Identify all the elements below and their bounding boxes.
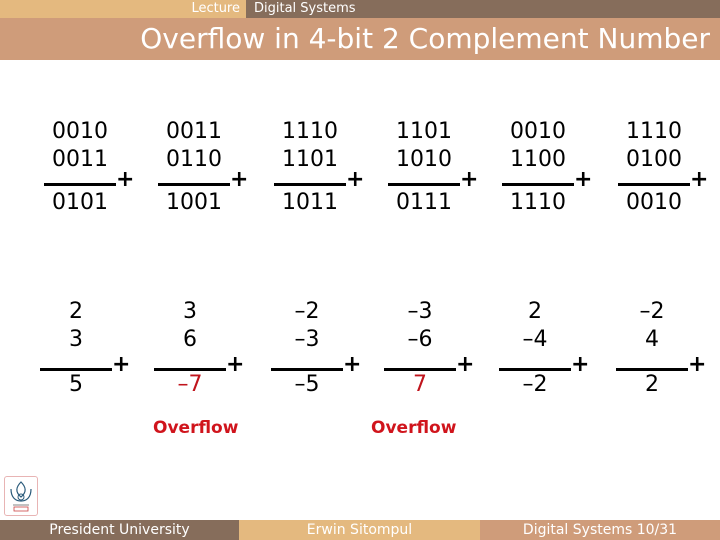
operand-a: 3 — [183, 299, 197, 324]
operand-b: –3 — [294, 327, 320, 352]
plus-sign: + — [116, 167, 135, 192]
plus-sign: + — [226, 352, 245, 377]
plus-sign: + — [571, 352, 590, 377]
sum-line — [388, 183, 460, 186]
overflow-label-2: Overflow — [371, 418, 457, 438]
plus-sign: + — [574, 167, 593, 192]
sum-result: 0010 — [626, 190, 682, 215]
operand-a: 0011 — [166, 119, 222, 144]
operand-b: 1100 — [510, 147, 566, 172]
header-lecture-bar: Lecture — [0, 0, 246, 18]
footer-author: Erwin Sitompul — [239, 520, 480, 540]
sum-result-overflow: 7 — [413, 372, 427, 397]
header-course-bar: Digital Systems — [246, 0, 720, 18]
overflow-label-1: Overflow — [153, 418, 239, 438]
operand-b: 0110 — [166, 147, 222, 172]
operand-b: 4 — [645, 327, 659, 352]
operand-a: 0010 — [510, 119, 566, 144]
operand-a: 1110 — [282, 119, 338, 144]
sum-line — [274, 183, 346, 186]
plus-sign: + — [343, 352, 362, 377]
header-course-label: Digital Systems — [254, 1, 356, 16]
sum-result: 1110 — [510, 190, 566, 215]
plus-sign: + — [456, 352, 475, 377]
sum-result: 2 — [645, 372, 659, 397]
slide-title: Overflow in 4-bit 2 Complement Number — [140, 22, 710, 55]
university-logo-icon — [4, 476, 38, 516]
sum-line — [158, 183, 230, 186]
operand-b: 6 — [183, 327, 197, 352]
plus-sign: + — [346, 167, 365, 192]
operand-a: 1101 — [396, 119, 452, 144]
sum-line — [502, 183, 574, 186]
plus-sign: + — [112, 352, 131, 377]
operand-b: –4 — [522, 327, 548, 352]
sum-result: –2 — [522, 372, 548, 397]
sum-result: –5 — [294, 372, 320, 397]
operand-a: 1110 — [626, 119, 682, 144]
title-band: Overflow in 4-bit 2 Complement Number — [0, 18, 720, 60]
footer-institution: President University — [0, 520, 239, 540]
operand-a: 2 — [528, 299, 542, 324]
sum-result-overflow: –7 — [177, 372, 203, 397]
operand-a: 2 — [69, 299, 83, 324]
sum-result: 0101 — [52, 190, 108, 215]
plus-sign: + — [230, 167, 249, 192]
operand-a: –3 — [407, 299, 433, 324]
plus-sign: + — [460, 167, 479, 192]
operand-a: –2 — [294, 299, 320, 324]
operand-b: 0100 — [626, 147, 682, 172]
sum-line — [44, 183, 116, 186]
operand-b: 1010 — [396, 147, 452, 172]
footer-page-number: Digital Systems 10/31 — [480, 520, 720, 540]
header-lecture-label: Lecture — [191, 1, 240, 16]
plus-sign: + — [690, 167, 709, 192]
sum-result: 0111 — [396, 190, 452, 215]
operand-a: 0010 — [52, 119, 108, 144]
operand-b: 0011 — [52, 147, 108, 172]
sum-result: 5 — [69, 372, 83, 397]
operand-b: 3 — [69, 327, 83, 352]
sum-line — [618, 183, 690, 186]
sum-result: 1011 — [282, 190, 338, 215]
plus-sign: + — [688, 352, 707, 377]
operand-a: –2 — [639, 299, 665, 324]
operand-b: 1101 — [282, 147, 338, 172]
sum-result: 1001 — [166, 190, 222, 215]
operand-b: –6 — [407, 327, 433, 352]
